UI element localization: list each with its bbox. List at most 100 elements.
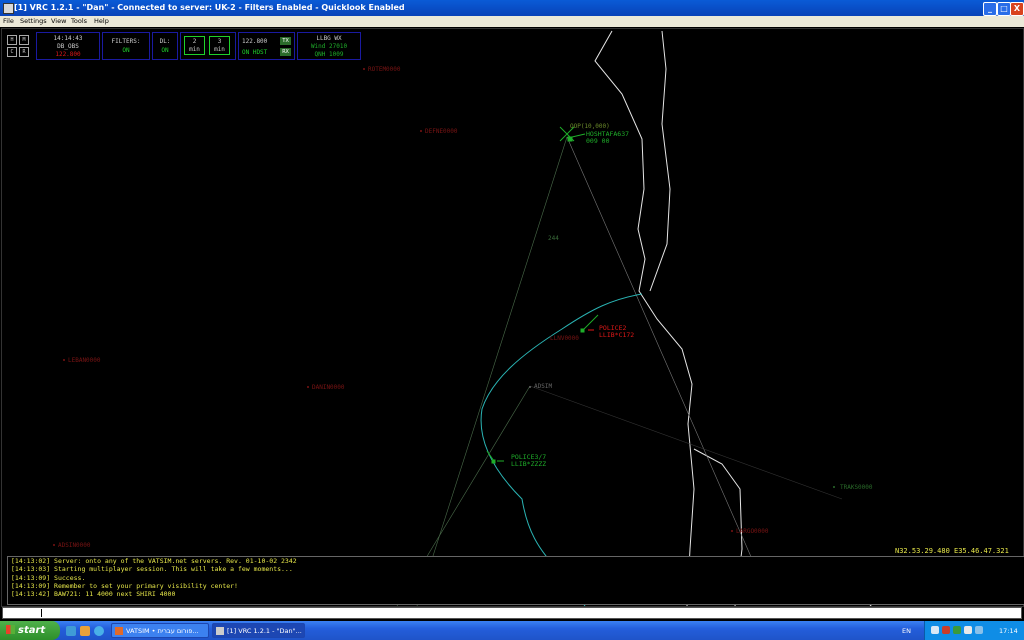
timer-value: 3	[217, 38, 222, 45]
language-indicator[interactable]: EN	[902, 627, 911, 635]
fix-marker	[833, 486, 835, 488]
timer-unit: min	[189, 46, 200, 53]
fix-label: ADSIN0000	[58, 542, 91, 549]
button-m[interactable]: M	[19, 35, 29, 45]
menu-bar: File Settings View Tools Help	[0, 16, 1024, 27]
message-line: [14:13:09] Remember to set your primary …	[11, 581, 238, 590]
command-line-input[interactable]	[2, 607, 1022, 619]
tray-antivirus-icon[interactable]	[942, 626, 950, 634]
filters-value: ON	[122, 47, 130, 54]
fix-label: ROTEM0000	[368, 66, 401, 73]
timer-unit: min	[214, 46, 225, 53]
start-label: start	[18, 625, 46, 636]
minimize-button[interactable]: _	[983, 2, 997, 16]
menu-help[interactable]: Help	[94, 17, 109, 25]
timer-value: 2	[192, 38, 197, 45]
airway-line	[529, 385, 843, 500]
clock-panel: 14:14:43 DB_OBS 122.800	[36, 32, 100, 60]
wx-qnh: QNH 1009	[314, 51, 344, 58]
title-bar: [1] VRC 1.2.1 - "Dan" - Connected to ser…	[0, 0, 1024, 16]
weather-panel[interactable]: LLBG WX Wind 27010 QNH 1009	[297, 32, 361, 60]
system-tray: 17:14	[924, 621, 1024, 640]
quicklaunch-folder-icon[interactable]	[80, 626, 90, 636]
filters-panel[interactable]: FILTERS: ON	[102, 32, 150, 60]
fix-label: TRAKS0000	[840, 484, 873, 491]
aircraft-info: LLIB*C172	[599, 331, 635, 339]
aircraft-altitude-tag: OOP(10,000)	[570, 123, 610, 130]
tray-plane-icon[interactable]	[975, 626, 983, 634]
button-c[interactable]: C	[7, 47, 17, 57]
dl-panel[interactable]: DL: ON	[152, 32, 178, 60]
wx-wind: Wind 27010	[310, 43, 348, 50]
border-line	[594, 30, 695, 606]
fix-label: LEBAN0000	[68, 357, 101, 364]
start-button[interactable]: start	[0, 621, 60, 640]
fix-marker	[363, 68, 365, 70]
fix-marker	[420, 130, 422, 132]
quicklaunch-ie-icon[interactable]	[66, 626, 76, 636]
menu-settings[interactable]: Settings	[20, 17, 47, 25]
aircraft-datablock-hoshtafa[interactable]: HOSHTAFA637 009 00	[586, 131, 629, 145]
timer-button[interactable]: 3 min	[209, 36, 230, 55]
aircraft-info: 009 00	[586, 137, 610, 145]
aircraft-datablock-police2[interactable]: POLICE2 LLIB*C172	[599, 325, 634, 339]
message-line: [14:13:03] Starting multiplayer session.…	[11, 565, 293, 574]
fix-label: LARGO0000	[736, 528, 769, 535]
fix-label: DANIN0000	[312, 384, 345, 391]
aircraft-datablock-police3[interactable]: POLICE3/7 LLIB*ZZZZ	[511, 454, 546, 468]
task-label: [1] VRC 1.2.1 - "Dan"...	[227, 627, 302, 635]
button-r[interactable]: R	[19, 47, 29, 57]
text-caret	[41, 609, 42, 617]
maximize-button[interactable]: □	[997, 2, 1011, 16]
timer-button[interactable]: 2 min	[184, 36, 205, 55]
tx-button[interactable]: TX	[280, 37, 291, 45]
radar-map	[53, 30, 1023, 606]
tray-app-icon[interactable]	[953, 626, 961, 634]
window-title: [1] VRC 1.2.1 - "Dan" - Connected to ser…	[14, 3, 405, 12]
fix-label: DEFNE0000	[425, 128, 458, 135]
tray-network-icon[interactable]	[931, 626, 939, 634]
firefox-icon	[115, 627, 123, 635]
fix-marker	[307, 386, 309, 388]
windows-logo-icon	[6, 625, 15, 634]
fix-marker	[53, 544, 55, 546]
fix-marker	[529, 386, 531, 388]
button-h[interactable]: H	[7, 35, 17, 45]
message-line: [14:13:42] BAW721: 11 4000 next SHIRI 40…	[11, 590, 176, 599]
rx-button[interactable]: RX	[280, 48, 291, 56]
close-button[interactable]: X	[1010, 2, 1024, 16]
taskbar-clock[interactable]: 17:14	[999, 627, 1018, 635]
task-button-vrc[interactable]: [1] VRC 1.2.1 - "Dan"...	[212, 623, 305, 638]
timers-panel: 2 min 3 min	[180, 32, 236, 60]
fix-marker	[63, 359, 65, 361]
clock-time: 14:14:43	[53, 35, 83, 42]
tray-volume-icon[interactable]	[964, 626, 972, 634]
quicklaunch-browser-icon[interactable]	[94, 626, 104, 636]
aircraft-info: LLIB*ZZZZ	[511, 460, 547, 468]
task-button-vatsim[interactable]: VATSIM • פורום עברית...	[111, 623, 209, 638]
fix-label: 244	[548, 235, 559, 242]
fix-label: ADSIM	[534, 383, 553, 390]
comms-panel: 122.800 TX ON HDST RX	[238, 32, 295, 60]
menu-tools[interactable]: Tools	[71, 17, 87, 25]
filters-label: FILTERS:	[111, 38, 141, 45]
vrc-icon	[216, 627, 224, 635]
message-line: [14:13:09] Success.	[11, 573, 86, 582]
fix-marker	[731, 530, 733, 532]
menu-view[interactable]: View	[51, 17, 66, 25]
task-label: VATSIM • פורום עברית...	[126, 627, 199, 635]
radar-scope[interactable]: H M C R 14:14:43 DB_OBS 122.800 FILTERS:…	[1, 28, 1024, 607]
message-line: [14:13:02] Server: onto any of the VATSI…	[11, 557, 297, 565]
airway-line	[566, 136, 753, 560]
message-log[interactable]: [14:13:02] Server: onto any of the VATSI…	[7, 556, 1024, 605]
callsign: DB_OBS	[57, 43, 79, 50]
taskbar: start VATSIM • פורום עברית... [1] VRC 1.…	[0, 621, 1024, 640]
app-icon[interactable]	[3, 3, 14, 14]
primary-frequency: 122.800	[55, 51, 81, 58]
dl-label: DL:	[159, 38, 171, 45]
fix-label: LLNV0000	[550, 335, 579, 342]
cursor-coordinates: N32.53.29.480 E35.46.47.321	[895, 547, 1009, 555]
menu-file[interactable]: File	[3, 17, 14, 25]
wx-station: LLBG WX	[316, 35, 342, 42]
border-line	[649, 30, 671, 292]
